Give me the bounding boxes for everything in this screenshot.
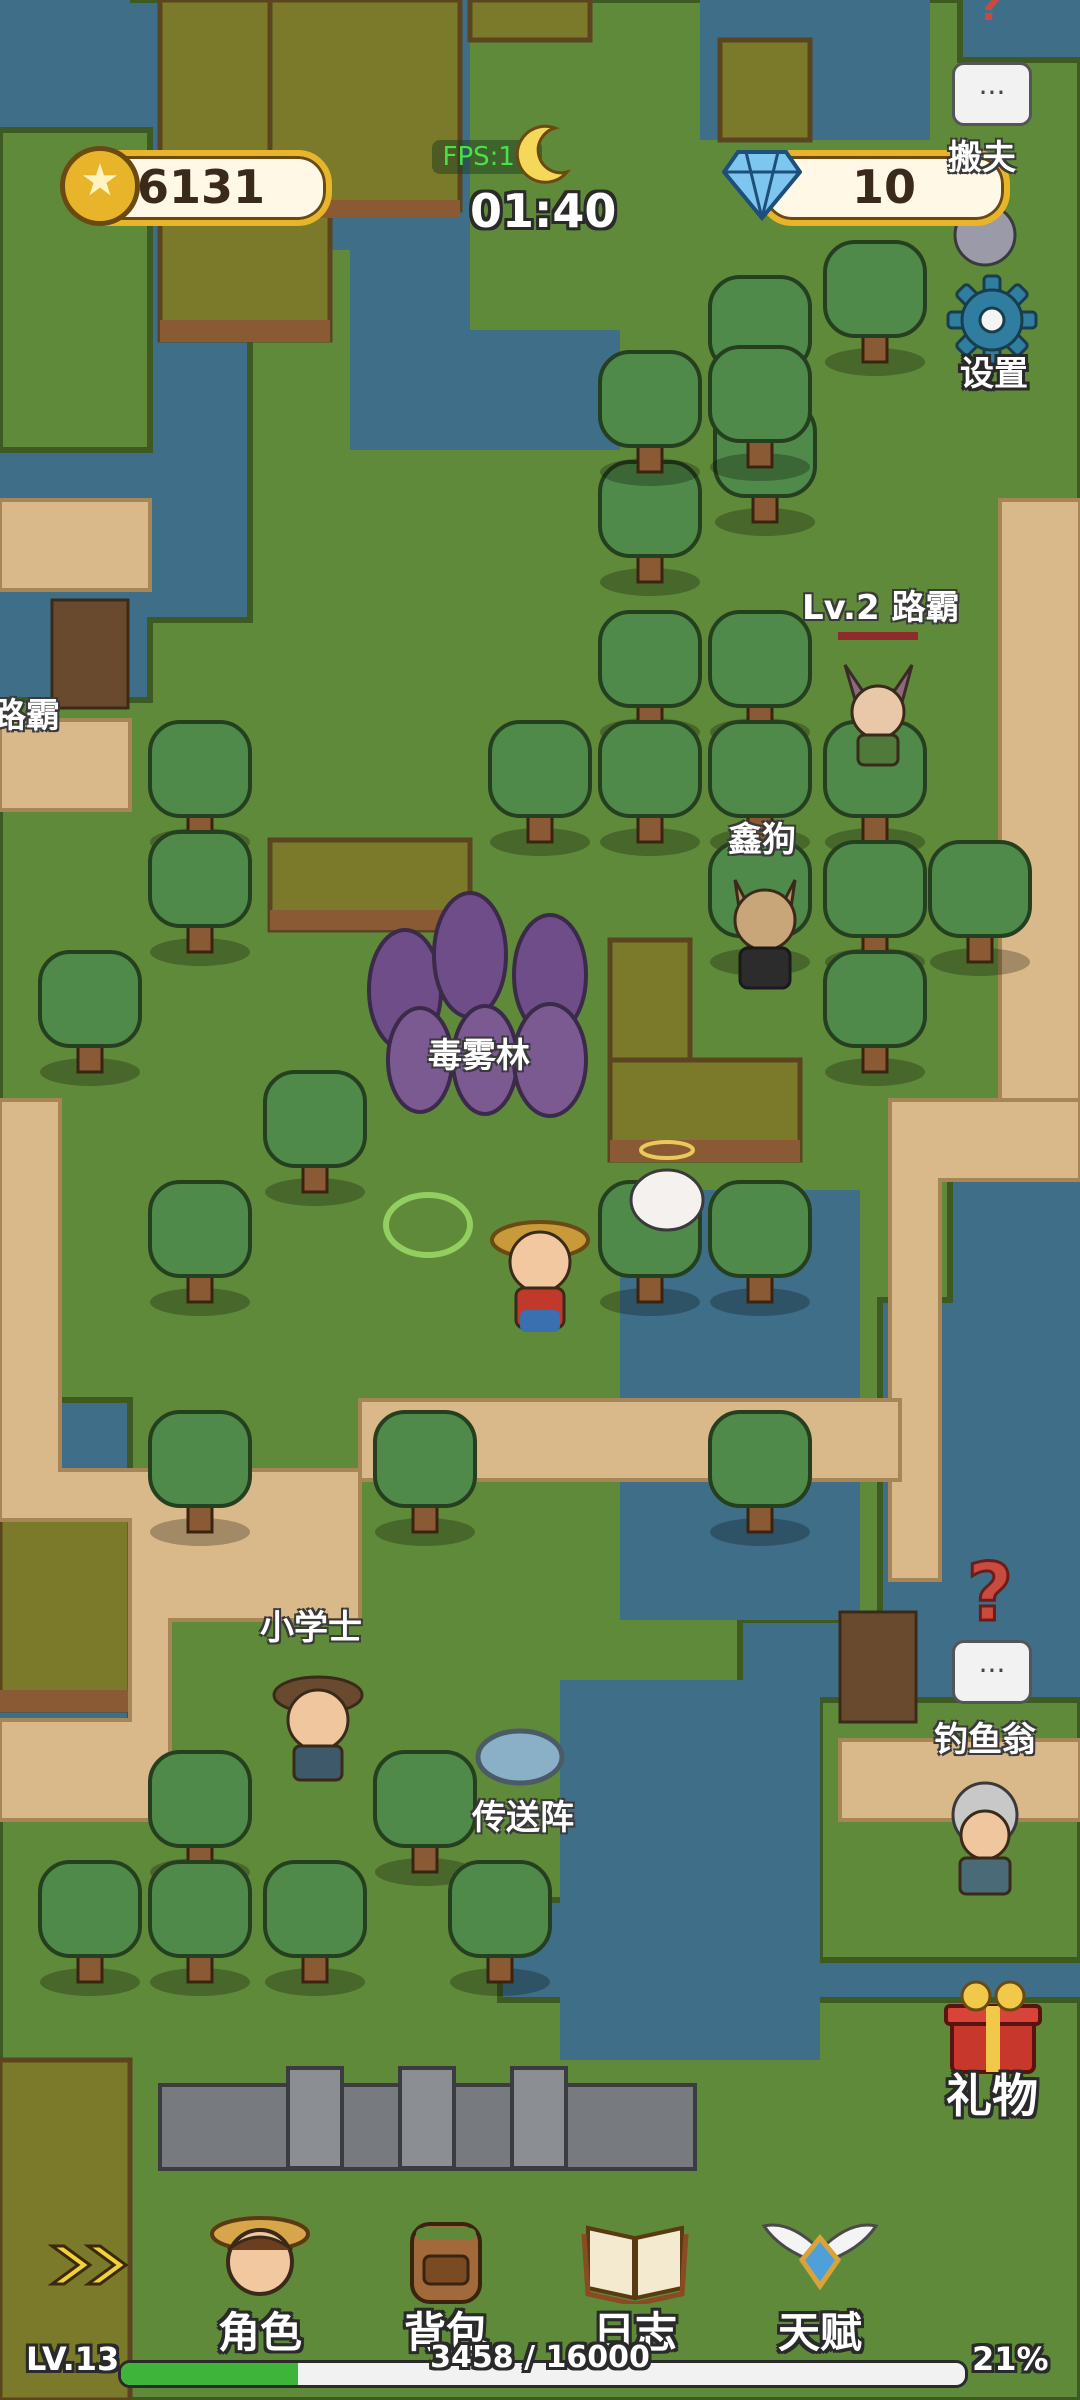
quest-question-mark[interactable]: ?	[965, 1545, 1014, 1641]
settings-label: 设置	[960, 354, 1028, 394]
stone-wall	[158, 2066, 697, 2171]
npc-label-dog: 鑫狗	[728, 820, 796, 860]
npc-label-top-right: 搬夫	[948, 138, 1016, 178]
tree	[598, 350, 702, 486]
nav-talent[interactable]: 天赋	[740, 2210, 900, 2360]
tree	[38, 950, 142, 1086]
npc-fisher[interactable]	[951, 1781, 1019, 1896]
tree	[148, 1180, 252, 1316]
tree	[598, 720, 702, 856]
nav-character[interactable]: 角色	[180, 2210, 340, 2360]
water-bay-lower	[560, 1680, 820, 2060]
world-map[interactable]: ? ?	[0, 0, 1080, 2400]
backpack-icon	[410, 2222, 482, 2304]
tree	[148, 1860, 252, 1996]
tree	[373, 1750, 477, 1886]
tree	[148, 830, 252, 966]
winged-gem-icon	[761, 2223, 879, 2291]
tree	[488, 720, 592, 856]
gift-label: 礼物	[946, 2069, 1038, 2123]
tree	[708, 1410, 812, 1546]
xp-bar-fill	[121, 2363, 299, 2385]
coin-icon: ★	[60, 146, 140, 226]
double-chevron-icon	[47, 2244, 129, 2286]
chat-bubble-top-right[interactable]: ...	[952, 62, 1032, 126]
chat-bubble-fisher[interactable]: ...	[952, 1640, 1032, 1704]
teleport-pad[interactable]	[475, 1728, 565, 1786]
nav-backpack[interactable]: 背包	[366, 2210, 526, 2360]
place-label-teleport: 传送阵	[472, 1798, 574, 1838]
place-label-poison-forest: 毒雾林	[428, 1036, 530, 1076]
tree	[373, 1410, 477, 1546]
tree	[148, 1410, 252, 1546]
tree	[263, 1860, 367, 1996]
npc-label-roadbully: Lv.2 路霸	[802, 588, 960, 628]
nav-character-label: 角色	[217, 2308, 302, 2357]
player-level: LV.13	[26, 2340, 120, 2378]
expand-arrows-button[interactable]	[47, 2240, 138, 2290]
game-clock: 01:40	[470, 184, 617, 238]
settings-button[interactable]: 设置	[944, 272, 1044, 394]
npc-label-fisher: 钓鱼翁	[934, 1720, 1036, 1760]
tree	[263, 1070, 367, 1206]
book-icon	[581, 2225, 689, 2304]
tree	[928, 840, 1032, 976]
tree	[448, 1860, 552, 1996]
npc-label-scholar: 小学士	[260, 1608, 362, 1648]
tree	[38, 1860, 142, 1996]
nav-journal[interactable]: 日志	[555, 2210, 715, 2360]
xp-progress-text: 3458 / 16000	[430, 2340, 650, 2375]
gift-button[interactable]: 礼物	[938, 1980, 1058, 2123]
tree	[823, 950, 927, 1086]
diamond-icon	[721, 146, 803, 222]
moon-icon	[505, 120, 575, 190]
game-screen[interactable]: ? ? 6131 ★ FPS:10 01:40 10 设置 ... 搬夫 Lv.…	[0, 0, 1080, 2400]
npc-label-left-roadbully: 路霸	[0, 696, 60, 736]
character-icon	[210, 2216, 310, 2296]
nav-talent-label: 天赋	[777, 2308, 862, 2357]
tree	[708, 345, 812, 481]
roadbully-hp-bar	[838, 632, 918, 640]
tree	[708, 1180, 812, 1316]
xp-percent: 21%	[972, 2340, 1049, 2378]
quest-question-mark-top[interactable]: ?	[978, 0, 1001, 30]
tree	[823, 240, 927, 376]
npc-dog[interactable]	[733, 879, 797, 990]
